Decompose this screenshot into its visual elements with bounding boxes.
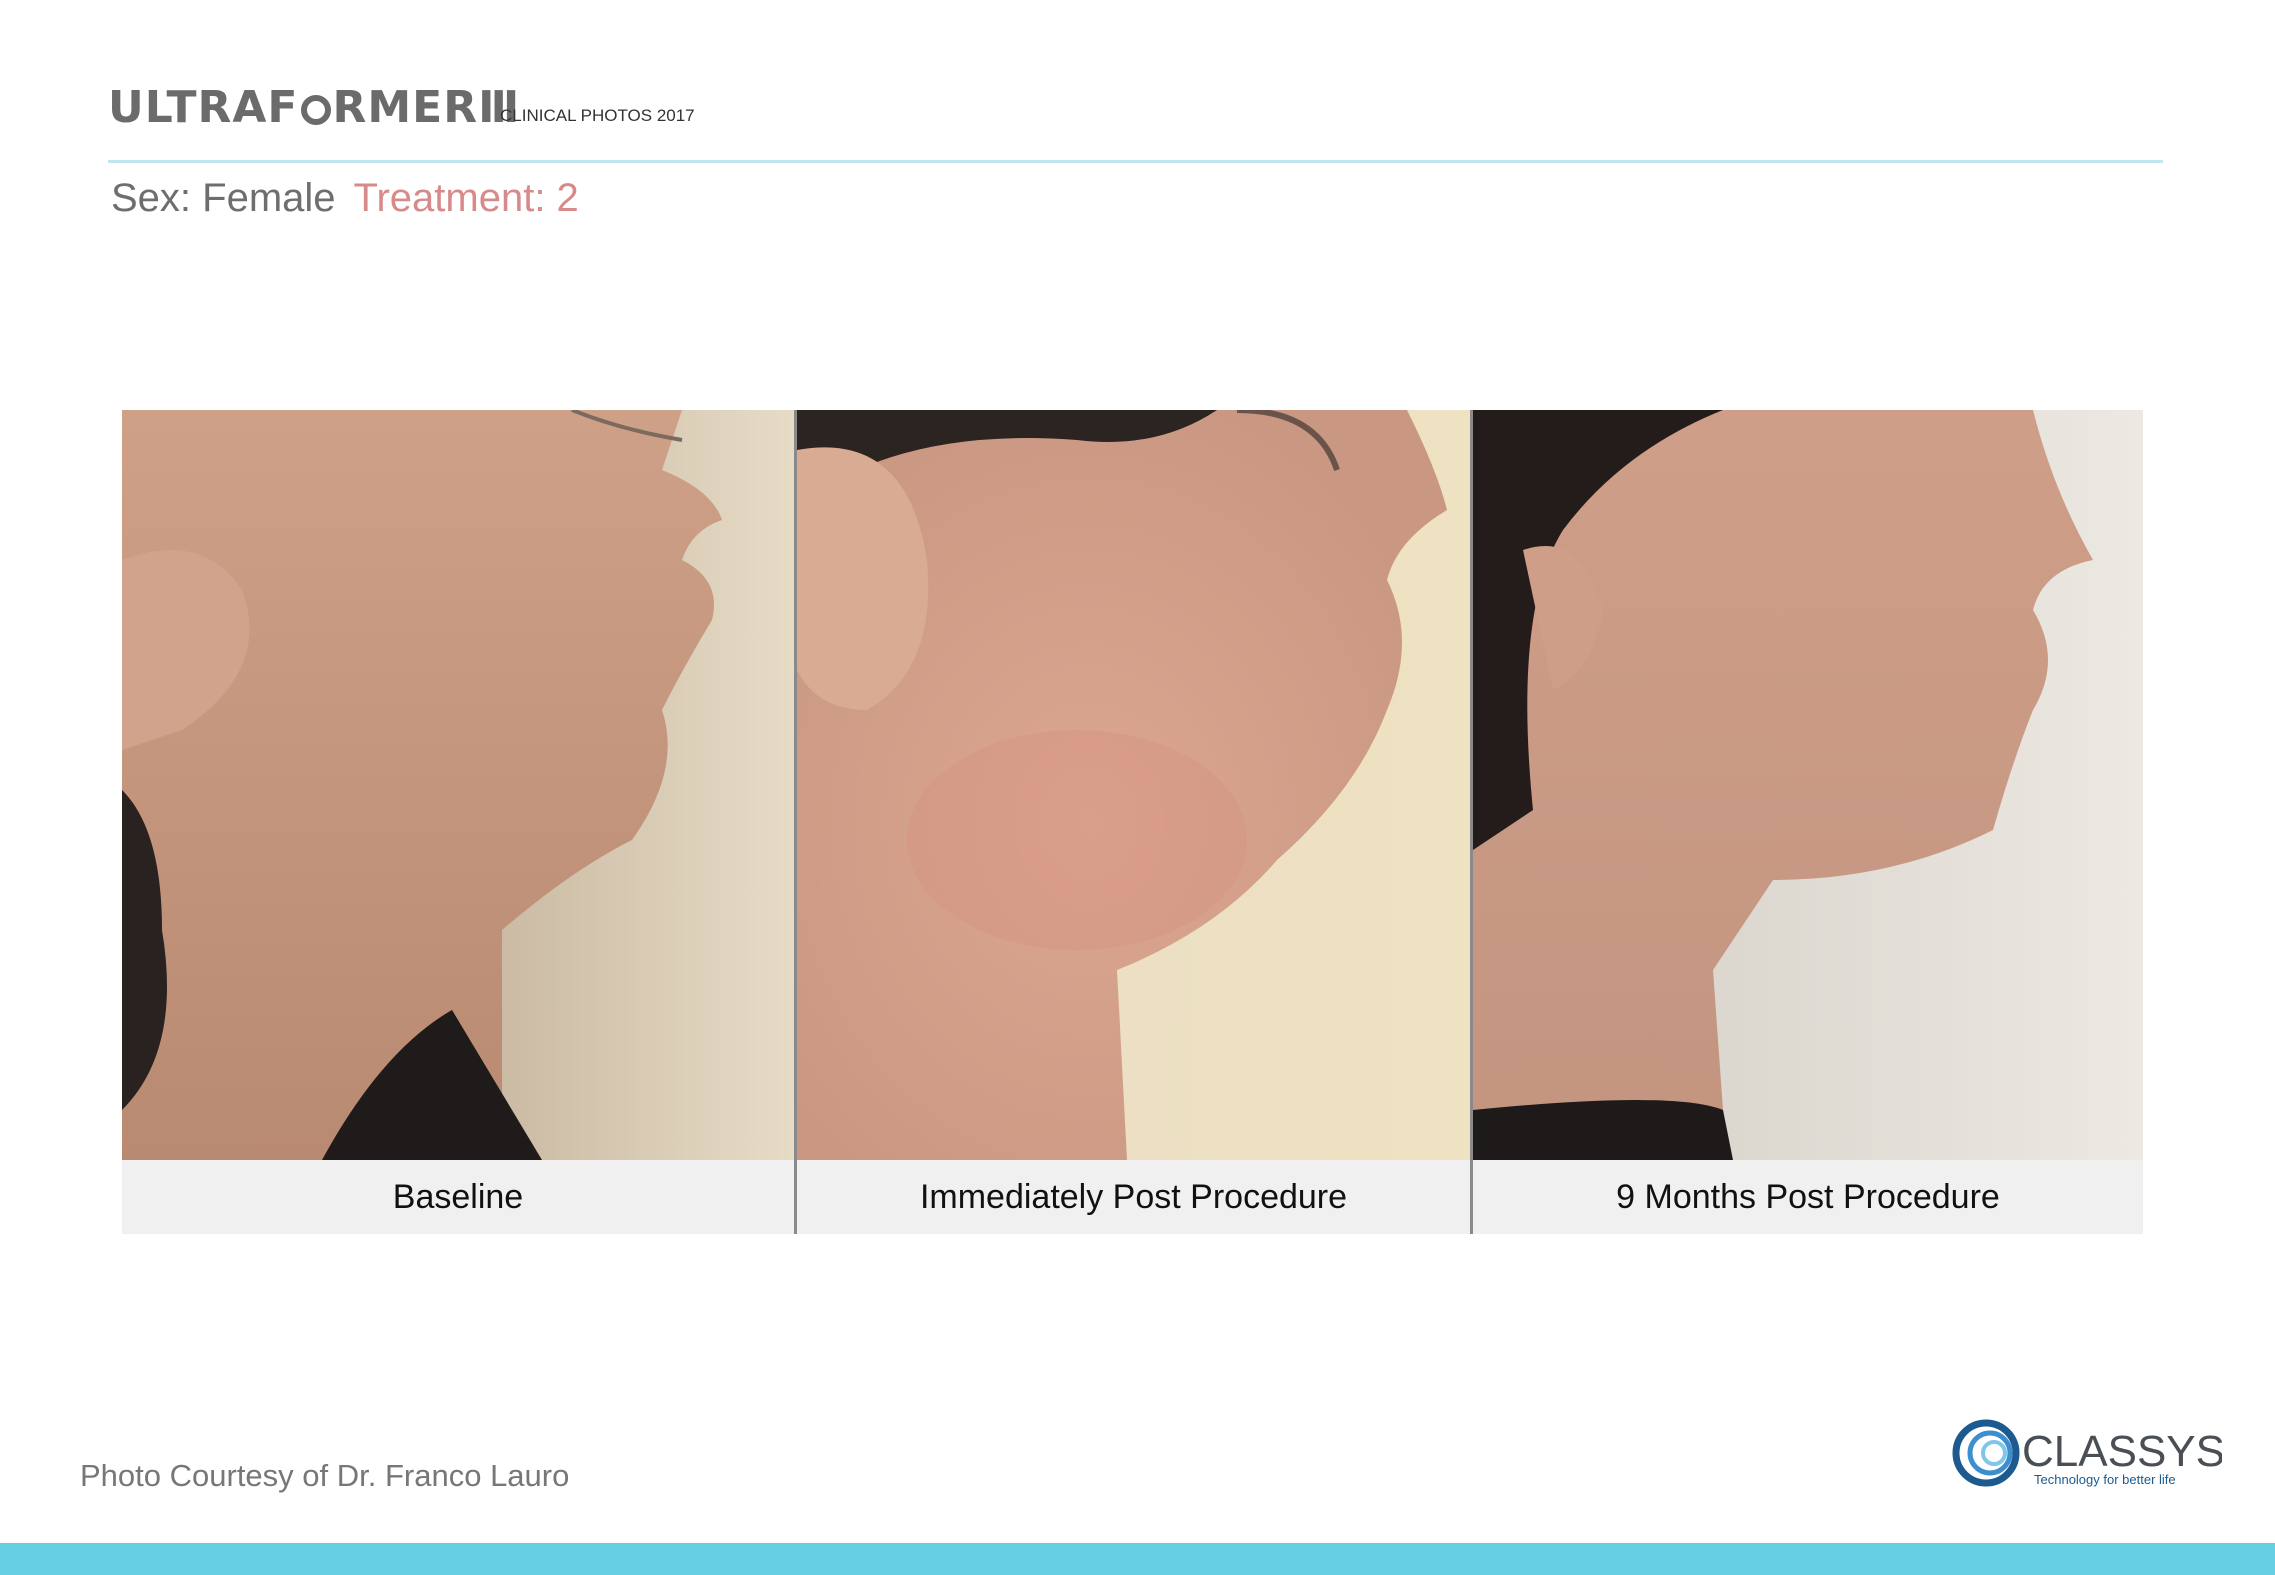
logo-text-end: RMER bbox=[332, 82, 479, 133]
logo-o-ring-icon bbox=[300, 95, 331, 125]
caption-immediate: Immediately Post Procedure bbox=[797, 1160, 1470, 1234]
baseline-profile-photo bbox=[122, 410, 794, 1160]
panel-immediate: Immediately Post Procedure bbox=[794, 410, 1470, 1234]
nine-months-profile-photo bbox=[1473, 410, 2143, 1160]
logo-text-start: ULTRAF bbox=[108, 82, 299, 133]
brand-tagline: Technology for better life bbox=[2034, 1472, 2176, 1487]
immediate-profile-photo bbox=[797, 410, 1470, 1160]
photo-baseline bbox=[122, 410, 794, 1160]
treatment-label: Treatment: 2 bbox=[353, 176, 579, 220]
clinical-photos-subtitle: CLINICAL PHOTOS 2017 bbox=[500, 106, 695, 125]
photo-immediate bbox=[797, 410, 1470, 1160]
header-divider bbox=[108, 160, 2163, 163]
patient-info: Sex: Female Treatment: 2 bbox=[111, 176, 579, 221]
panel-baseline: Baseline bbox=[122, 410, 794, 1234]
before-after-gallery: Baseline Immediately Post Procedure 9 Mo… bbox=[122, 410, 2143, 1234]
brand-name: CLASSYS bbox=[2022, 1427, 2222, 1476]
ultraformer-logo: ULTRAF RMERIII bbox=[108, 86, 519, 130]
photo-credit: Photo Courtesy of Dr. Franco Lauro bbox=[80, 1458, 570, 1493]
photo-nine-months bbox=[1473, 410, 2143, 1160]
caption-baseline: Baseline bbox=[122, 1160, 794, 1234]
caption-nine-months: 9 Months Post Procedure bbox=[1473, 1160, 2143, 1234]
panel-nine-months: 9 Months Post Procedure bbox=[1470, 410, 2143, 1234]
classys-swirl-icon: CLASSYS Technology for better life bbox=[1952, 1419, 2225, 1487]
sex-label: Sex: Female bbox=[111, 176, 336, 220]
classys-logo: CLASSYS Technology for better life bbox=[1952, 1418, 2225, 1488]
footer-accent-bar bbox=[0, 1543, 2275, 1575]
